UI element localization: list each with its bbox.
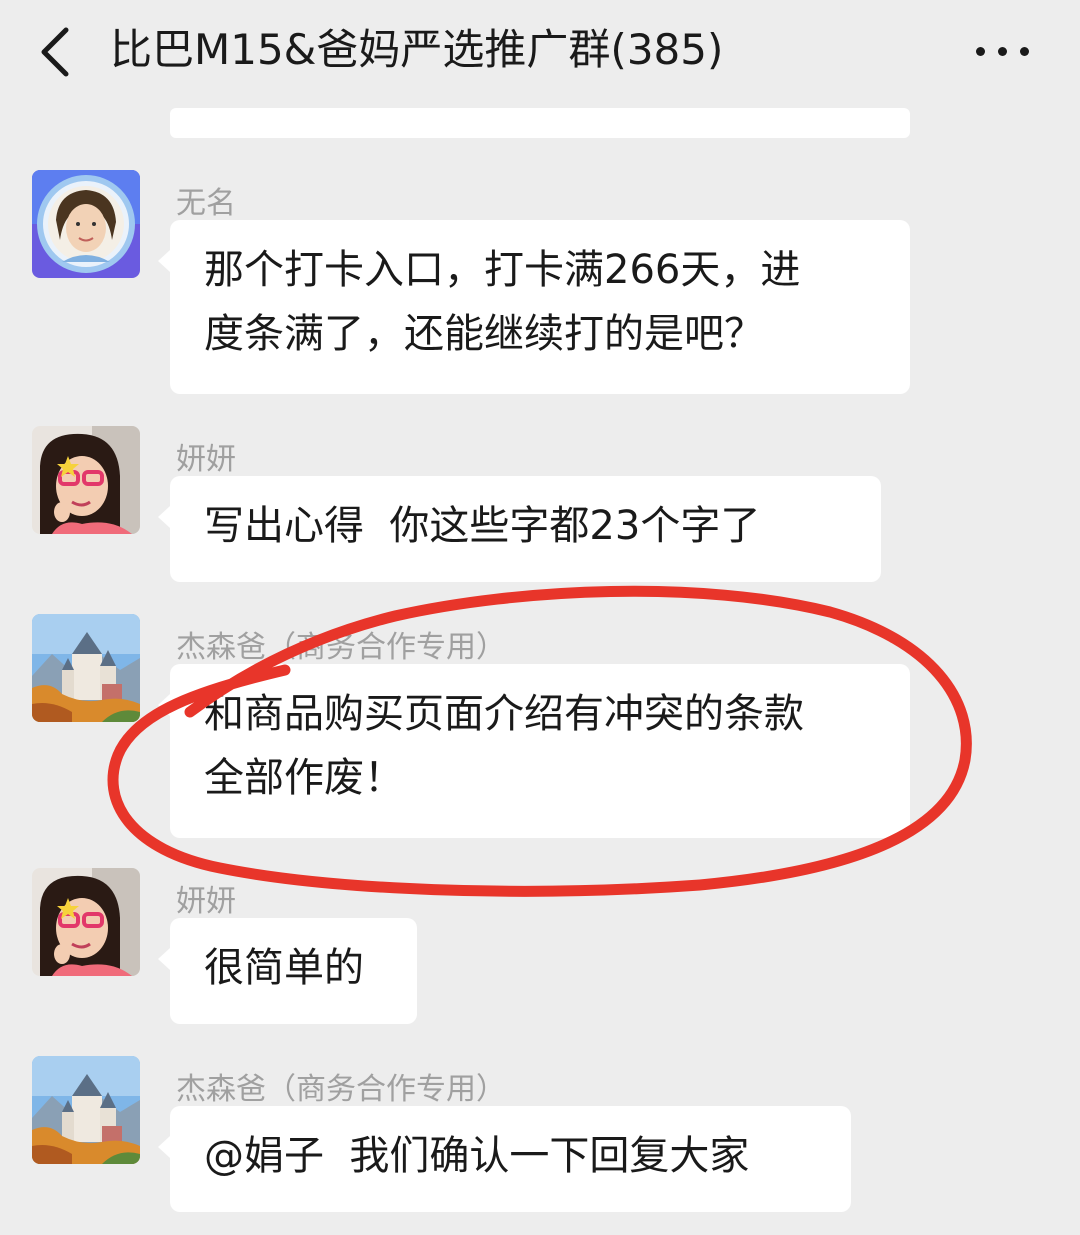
sender-name: 杰森爸（商务合作专用） — [176, 1072, 506, 1107]
previous-message-bubble — [170, 108, 910, 138]
avatar[interactable] — [32, 426, 140, 534]
sender-name: 杰森爸（商务合作专用） — [176, 630, 506, 665]
message-bubble[interactable]: 很简单的 — [158, 918, 417, 1024]
highlight-circle-annotation — [107, 585, 972, 897]
message-bubble[interactable]: 和商品购买页面介绍有冲突的条款 全部作废！ — [158, 664, 910, 838]
sender-name: 无名 — [176, 186, 236, 221]
back-arrow-icon[interactable] — [36, 26, 76, 78]
message-bubble[interactable]: 写出心得 你这些字都23个字了 — [158, 476, 881, 582]
avatar[interactable] — [32, 868, 140, 976]
sender-name: 妍妍 — [176, 442, 236, 477]
more-options-icon[interactable] — [976, 38, 1032, 64]
avatar[interactable] — [32, 1056, 140, 1164]
message-bubble[interactable]: 那个打卡入口，打卡满266天，进 度条满了，还能继续打的是吧？ — [158, 220, 910, 394]
avatar[interactable] — [32, 614, 140, 722]
message-bubble[interactable]: @娟子 我们确认一下回复大家 — [158, 1106, 851, 1212]
chat-header: 比巴M15&爸妈严选推广群(385) — [0, 0, 1080, 100]
avatar[interactable] — [32, 170, 140, 278]
chat-title: 比巴M15&爸妈严选推广群(385) — [110, 25, 724, 74]
sender-name: 妍妍 — [176, 884, 236, 919]
